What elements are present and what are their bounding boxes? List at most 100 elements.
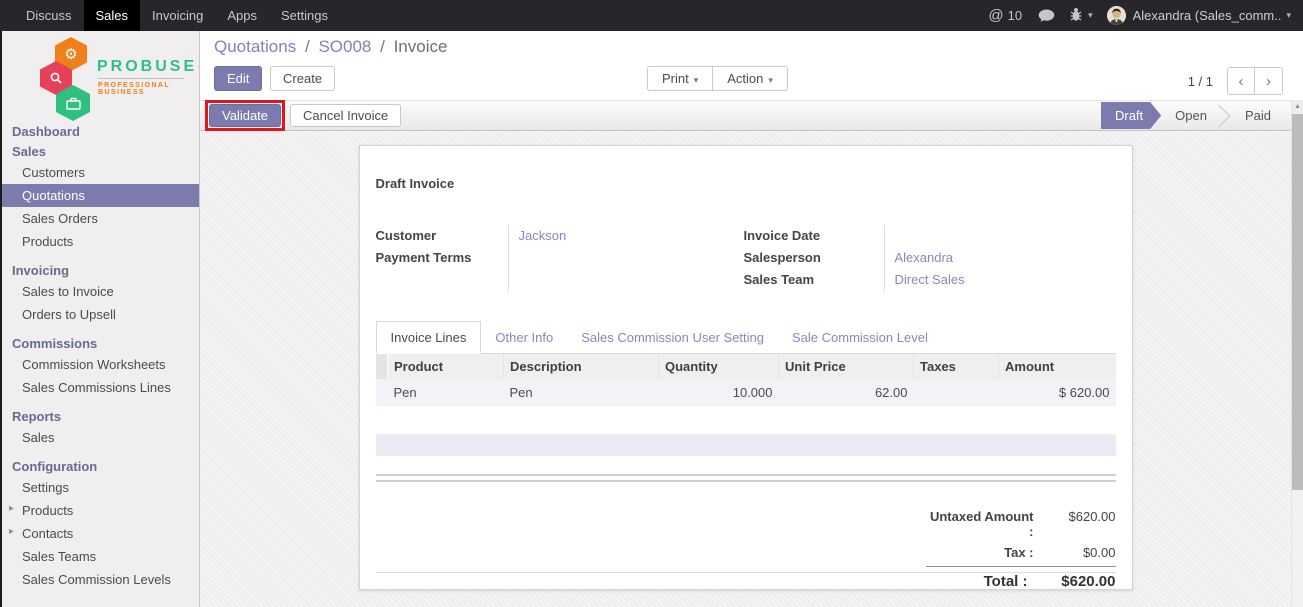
tab-sales-commission-user-setting[interactable]: Sales Commission User Setting — [567, 322, 778, 353]
vertical-scrollbar[interactable]: ▲ — [1291, 100, 1303, 607]
debug-menu-button[interactable]: ▾ — [1069, 7, 1093, 25]
inbox-count: 10 — [1008, 8, 1022, 23]
main-content: Quotations / SO008 / Invoice Edit Create… — [200, 31, 1303, 607]
sidebar-item-config-contacts[interactable]: ▸Contacts — [2, 522, 199, 545]
sidebar-item-sales-teams[interactable]: Sales Teams — [2, 545, 199, 568]
cell-product[interactable]: Pen — [388, 379, 504, 406]
top-menu-invoicing[interactable]: Invoicing — [140, 0, 215, 31]
sheet-footer-divider — [376, 572, 1116, 573]
action-label: Action — [727, 71, 763, 86]
sidebar-item-commission-worksheets[interactable]: Commission Worksheets — [2, 353, 199, 376]
total-label: Total : — [926, 573, 1044, 590]
edit-button[interactable]: Edit — [214, 66, 262, 91]
payment-terms-label: Payment Terms — [376, 247, 508, 269]
notebook-tabs: Invoice Lines Other Info Sales Commissio… — [376, 321, 1116, 354]
cell-taxes[interactable] — [914, 379, 999, 406]
user-menu[interactable]: Alexandra (Sales_comm.. ▾ — [1107, 6, 1291, 25]
cell-quantity[interactable]: 10.000 — [659, 379, 779, 406]
invoice-lines-table: Product Description Quantity Unit Price … — [376, 354, 1116, 406]
top-navbar: Discuss Sales Invoicing Apps Settings @ … — [0, 0, 1303, 31]
salesperson-value[interactable]: Alexandra — [895, 247, 965, 269]
column-quantity[interactable]: Quantity — [659, 354, 779, 379]
control-panel: Quotations / SO008 / Invoice Edit Create… — [200, 31, 1303, 100]
top-menu-sales[interactable]: Sales — [84, 0, 141, 31]
column-product[interactable]: Product — [388, 354, 504, 379]
sidebar-item-config-products[interactable]: ▸ Products — [2, 499, 199, 522]
topbar-systray: @ 10 ▾ Alexandra (Sales_comm.. ▾ — [988, 0, 1303, 31]
cancel-invoice-button[interactable]: Cancel Invoice — [290, 104, 401, 127]
action-button-group: Print▾ Action▾ — [647, 66, 788, 91]
untaxed-amount-row: Untaxed Amount : $620.00 — [926, 506, 1116, 542]
sidebar-item-sales-commissions-lines[interactable]: Sales Commissions Lines — [2, 376, 199, 399]
sidebar-item-sales-orders[interactable]: Sales Orders — [2, 207, 199, 230]
sidebar-header-sales[interactable]: Sales — [2, 141, 199, 161]
tab-invoice-lines[interactable]: Invoice Lines — [376, 321, 482, 354]
customer-label: Customer — [376, 225, 508, 247]
horizontal-scrollbar[interactable] — [376, 474, 1116, 482]
sidebar-item-sales-commission-levels[interactable]: Sales Commission Levels — [2, 568, 199, 591]
pager-count: 1 / 1 — [1188, 74, 1213, 89]
print-label: Print — [662, 71, 689, 86]
avatar — [1107, 6, 1126, 25]
column-amount[interactable]: Amount — [999, 354, 1116, 379]
top-menu-discuss[interactable]: Discuss — [14, 0, 84, 31]
action-dropdown-button[interactable]: Action▾ — [712, 66, 788, 91]
scrollbar-thumb[interactable] — [1292, 114, 1303, 490]
payment-terms-value[interactable] — [519, 247, 567, 269]
invoice-date-label: Invoice Date — [744, 225, 884, 247]
sidebar-item-products[interactable]: Products — [2, 230, 199, 253]
untaxed-amount-label: Untaxed Amount : — [926, 509, 1050, 539]
cell-unit-price[interactable]: 62.00 — [779, 379, 914, 406]
pager: 1 / 1 ‹ › — [1188, 67, 1283, 95]
bug-icon — [1069, 7, 1083, 25]
user-name: Alexandra (Sales_comm.. — [1133, 8, 1282, 23]
inbox-button[interactable]: @ 10 — [988, 7, 1022, 24]
totals-block: Untaxed Amount : $620.00 Tax : $0.00 Tot… — [926, 506, 1116, 593]
invoice-date-value[interactable] — [895, 225, 965, 247]
tab-sale-commission-level[interactable]: Sale Commission Level — [778, 322, 942, 353]
status-draft[interactable]: Draft — [1101, 102, 1161, 129]
column-description[interactable]: Description — [504, 354, 659, 379]
pager-next-button[interactable]: › — [1255, 68, 1282, 94]
annotation-highlight: Validate — [205, 100, 285, 131]
breadcrumb-link-so008[interactable]: SO008 — [318, 37, 371, 56]
untaxed-amount-value: $620.00 — [1050, 509, 1116, 524]
sidebar-item-settings[interactable]: Settings — [2, 476, 199, 499]
table-row[interactable]: Pen Pen 10.000 62.00 $ 620.00 — [376, 379, 1116, 406]
sales-team-value[interactable]: Direct Sales — [895, 269, 965, 291]
chat-icon[interactable] — [1038, 9, 1055, 23]
sidebar-header-dashboard[interactable]: Dashboard — [2, 121, 199, 141]
salesperson-label: Salesperson — [744, 247, 884, 269]
breadcrumb-link-quotations[interactable]: Quotations — [214, 37, 296, 56]
sidebar-item-quotations[interactable]: Quotations — [2, 184, 199, 207]
column-unit-price[interactable]: Unit Price — [779, 354, 914, 379]
column-taxes[interactable]: Taxes — [914, 354, 999, 379]
print-dropdown-button[interactable]: Print▾ — [647, 66, 712, 91]
sidebar-header-reports: Reports — [2, 406, 199, 426]
cell-amount[interactable]: $ 620.00 — [999, 379, 1116, 406]
create-button[interactable]: Create — [270, 66, 335, 91]
cell-description[interactable]: Pen — [504, 379, 659, 406]
sidebar-item-reports-sales[interactable]: Sales — [2, 426, 199, 449]
scrollbar-up-arrow-icon[interactable]: ▲ — [1292, 100, 1303, 113]
top-menu-apps[interactable]: Apps — [215, 0, 269, 31]
breadcrumb-current: Invoice — [394, 37, 448, 56]
expand-caret-icon[interactable]: ▸ — [9, 526, 14, 537]
customer-value[interactable]: Jackson — [519, 225, 567, 247]
logo-tagline: PROFESSIONAL BUSINESS — [98, 82, 199, 96]
sidebar-item-label: Products — [22, 503, 73, 518]
top-menu-settings[interactable]: Settings — [269, 0, 340, 31]
status-pipeline: Draft Open Paid — [1101, 101, 1285, 130]
sidebar-item-sales-to-invoice[interactable]: Sales to Invoice — [2, 280, 199, 303]
status-paid[interactable]: Paid — [1231, 102, 1285, 129]
total-row: Total : $620.00 — [926, 567, 1116, 593]
validate-button[interactable]: Validate — [209, 104, 281, 127]
sales-team-label: Sales Team — [744, 269, 884, 291]
tab-other-info[interactable]: Other Info — [481, 322, 567, 353]
sidebar-item-customers[interactable]: Customers — [2, 161, 199, 184]
sidebar-item-orders-to-upsell[interactable]: Orders to Upsell — [2, 303, 199, 326]
expand-caret-icon[interactable]: ▸ — [9, 503, 14, 514]
pager-prev-button[interactable]: ‹ — [1228, 68, 1255, 94]
statusbar: Validate Cancel Invoice Draft Open Paid — [200, 100, 1291, 131]
breadcrumb: Quotations / SO008 / Invoice — [214, 37, 1289, 63]
